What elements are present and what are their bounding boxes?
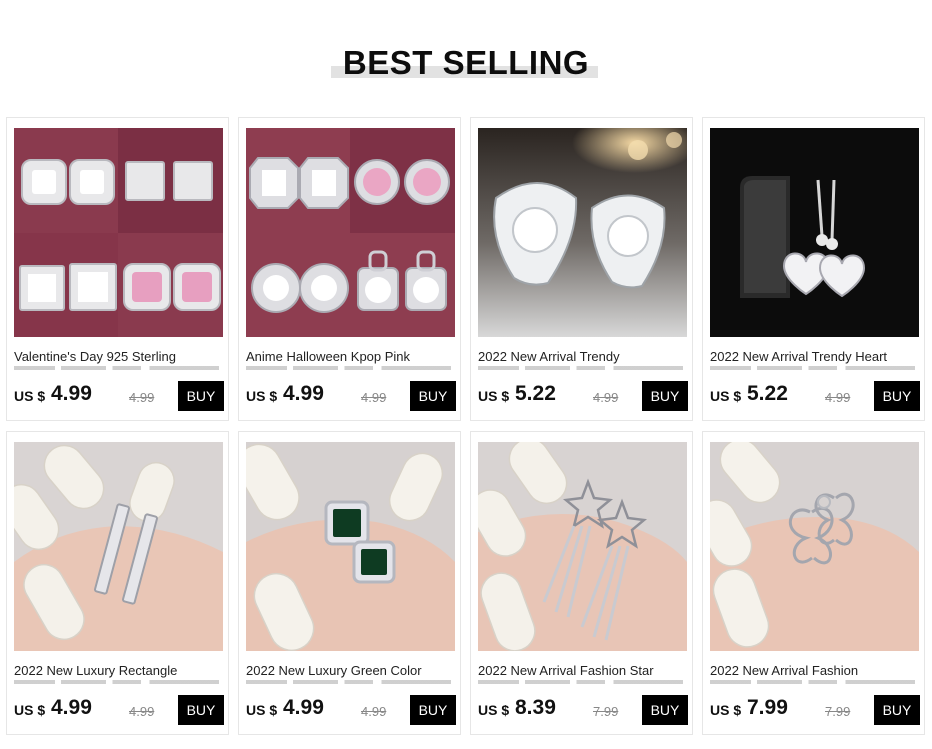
earrings-heart-drop-image[interactable] (710, 128, 919, 337)
price: 4.99 (51, 382, 92, 405)
original-price: 4.99 (129, 704, 155, 719)
price-row: US $ 5.22 4.99 BUY (478, 381, 688, 411)
original-price: 4.99 (129, 390, 155, 405)
product-card[interactable]: 2022 New Arrival Fashion US $ 7.99 7.99 … (702, 431, 925, 735)
product-name-overflow (14, 365, 219, 371)
price-row: US $ 4.99 4.99 BUY (14, 381, 224, 411)
currency-label: US $ (478, 702, 510, 718)
currency-label: US $ (14, 388, 46, 404)
price-row: US $ 7.99 7.99 BUY (710, 695, 920, 725)
buy-button[interactable]: BUY (642, 695, 688, 725)
original-price: 4.99 (361, 704, 387, 719)
product-name-overflow (478, 365, 683, 371)
earrings-square-image[interactable] (14, 128, 223, 337)
buy-button[interactable]: BUY (178, 381, 224, 411)
earrings-butterfly-image[interactable] (710, 442, 919, 651)
buy-button[interactable]: BUY (642, 381, 688, 411)
product-name-overflow (246, 679, 451, 685)
currency-label: US $ (478, 388, 510, 404)
product-name-overflow (14, 679, 219, 685)
earrings-halo-image[interactable] (246, 128, 455, 337)
price: 8.39 (515, 696, 556, 719)
price-row: US $ 4.99 4.99 BUY (246, 381, 456, 411)
price-row: US $ 4.99 4.99 BUY (246, 695, 456, 725)
currency-label: US $ (14, 702, 46, 718)
original-price: 4.99 (361, 390, 387, 405)
product-name-overflow (478, 679, 683, 685)
currency-label: US $ (246, 702, 278, 718)
product-name-overflow (246, 365, 451, 371)
original-price: 4.99 (825, 390, 851, 405)
original-price: 4.99 (593, 390, 619, 405)
product-card[interactable]: Valentine's Day 925 Sterling US $ 4.99 4… (6, 117, 229, 421)
price-row: US $ 8.39 7.99 BUY (478, 695, 688, 725)
product-card[interactable]: 2022 New Arrival Trendy Heart US $ 5.22 … (702, 117, 925, 421)
price-row: US $ 5.22 4.99 BUY (710, 381, 920, 411)
currency-label: US $ (710, 702, 742, 718)
section-title: BEST SELLING (342, 44, 590, 81)
currency-label: US $ (246, 388, 278, 404)
price: 4.99 (51, 696, 92, 719)
section-header: BEST SELLING (0, 40, 932, 90)
product-card[interactable]: 2022 New Luxury Rectangle US $ 4.99 4.99… (6, 431, 229, 735)
product-card[interactable]: 2022 New Arrival Trendy US $ 5.22 4.99 B… (470, 117, 693, 421)
buy-button[interactable]: BUY (410, 381, 456, 411)
buy-button[interactable]: BUY (874, 381, 920, 411)
price: 5.22 (515, 382, 556, 405)
ring-rectangle-image[interactable] (14, 442, 223, 651)
price: 4.99 (283, 382, 324, 405)
price-row: US $ 4.99 4.99 BUY (14, 695, 224, 725)
currency-label: US $ (710, 388, 742, 404)
buy-button[interactable]: BUY (874, 695, 920, 725)
original-price: 7.99 (825, 704, 851, 719)
earrings-triangle-image[interactable] (478, 128, 687, 337)
original-price: 7.99 (593, 704, 619, 719)
product-card[interactable]: 2022 New Luxury Green Color US $ 4.99 4.… (238, 431, 461, 735)
product-name-overflow (710, 365, 915, 371)
earrings-star-image[interactable] (478, 442, 687, 651)
product-card[interactable]: Anime Halloween Kpop Pink US $ 4.99 4.99… (238, 117, 461, 421)
buy-button[interactable]: BUY (410, 695, 456, 725)
price: 7.99 (747, 696, 788, 719)
ring-green-image[interactable] (246, 442, 455, 651)
product-card[interactable]: 2022 New Arrival Fashion Star US $ 8.39 … (470, 431, 693, 735)
buy-button[interactable]: BUY (178, 695, 224, 725)
product-name-overflow (710, 679, 915, 685)
price: 4.99 (283, 696, 324, 719)
price: 5.22 (747, 382, 788, 405)
